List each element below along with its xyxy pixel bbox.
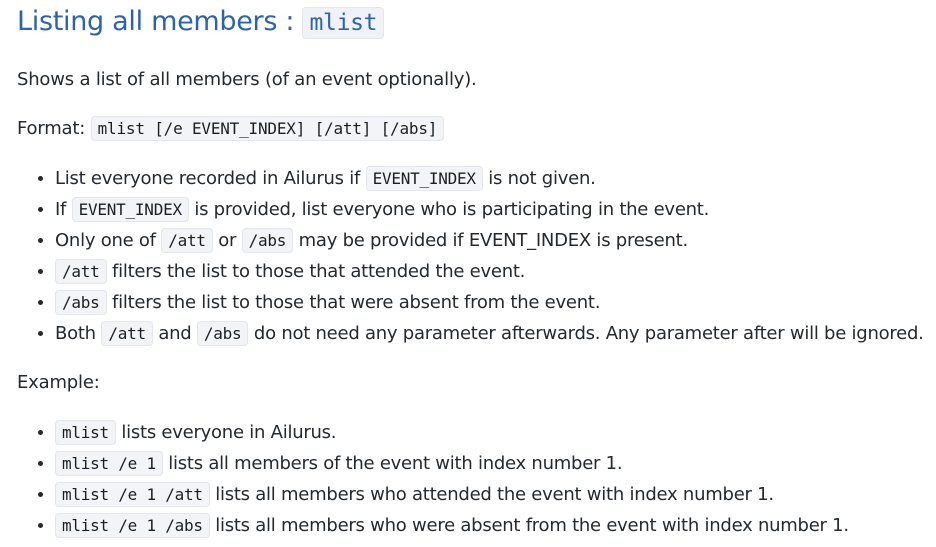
rule-text: do not need any parameter afterwards. An… [248, 323, 924, 344]
rule-text: and [152, 323, 197, 344]
format-label: Format: [17, 118, 91, 139]
rule-text: is provided, list everyone who is partic… [188, 199, 710, 220]
inline-code: /abs [241, 228, 294, 253]
rule-text: filters the list to those that were abse… [106, 292, 601, 313]
list-item: mlist /e 1 /abs lists all members who we… [55, 510, 849, 541]
inline-code: mlist [55, 420, 116, 445]
example-text: lists everyone in Ailurus. [115, 422, 337, 443]
list-item: Only one of /att or /abs may be provided… [55, 225, 924, 256]
inline-code: mlist /e 1 [55, 451, 163, 476]
list-item: mlist /e 1 lists all members of the even… [55, 448, 849, 479]
list-item: /abs filters the list to those that were… [55, 287, 924, 318]
format-syntax-code: mlist [/e EVENT_INDEX] [/att] [/abs] [90, 116, 445, 141]
examples-list: mlist lists everyone in Ailurus. mlist /… [17, 417, 849, 541]
list-item: Both /att and /abs do not need any param… [55, 318, 924, 349]
rule-text: may be provided if EVENT_INDEX is presen… [293, 230, 689, 251]
heading-text: Listing all members : [17, 6, 303, 37]
rule-text: is not given. [482, 168, 596, 189]
list-item: List everyone recorded in Ailurus if EVE… [55, 163, 924, 194]
rule-text: If [55, 199, 72, 220]
inline-code: /att [101, 321, 153, 346]
section-heading: Listing all members : mlist [17, 6, 385, 39]
inline-code: /att [55, 259, 107, 284]
example-text: lists all members who attended the event… [209, 484, 774, 505]
description-paragraph: Shows a list of all members (of an event… [17, 69, 477, 90]
inline-code: /abs [55, 290, 107, 315]
example-label: Example: [17, 372, 100, 393]
rule-text: or [212, 230, 242, 251]
inline-code: EVENT_INDEX [365, 166, 483, 191]
example-text: lists all members of the event with inde… [162, 453, 623, 474]
rule-text: List everyone recorded in Ailurus if [55, 168, 366, 189]
list-item: mlist /e 1 /att lists all members who at… [55, 479, 849, 510]
list-item: /att filters the list to those that atte… [55, 256, 924, 287]
inline-code: /att [161, 228, 213, 253]
example-text: lists all members who were absent from t… [209, 515, 849, 536]
rule-text: Only one of [55, 230, 162, 251]
inline-code: /abs [196, 321, 249, 346]
list-item: mlist lists everyone in Ailurus. [55, 417, 849, 448]
rules-list: List everyone recorded in Ailurus if EVE… [17, 163, 924, 349]
inline-code: mlist /e 1 /att [55, 482, 210, 507]
rule-text: Both [55, 323, 102, 344]
rule-text: filters the list to those that attended … [106, 261, 526, 282]
document-page: Listing all members : mlist Shows a list… [0, 0, 936, 547]
inline-code: mlist /e 1 /abs [55, 513, 210, 538]
format-paragraph: Format: mlist [/e EVENT_INDEX] [/att] [/… [17, 116, 445, 141]
inline-code: EVENT_INDEX [71, 197, 189, 222]
list-item: If EVENT_INDEX is provided, list everyon… [55, 194, 924, 225]
heading-command-code: mlist [302, 7, 385, 39]
